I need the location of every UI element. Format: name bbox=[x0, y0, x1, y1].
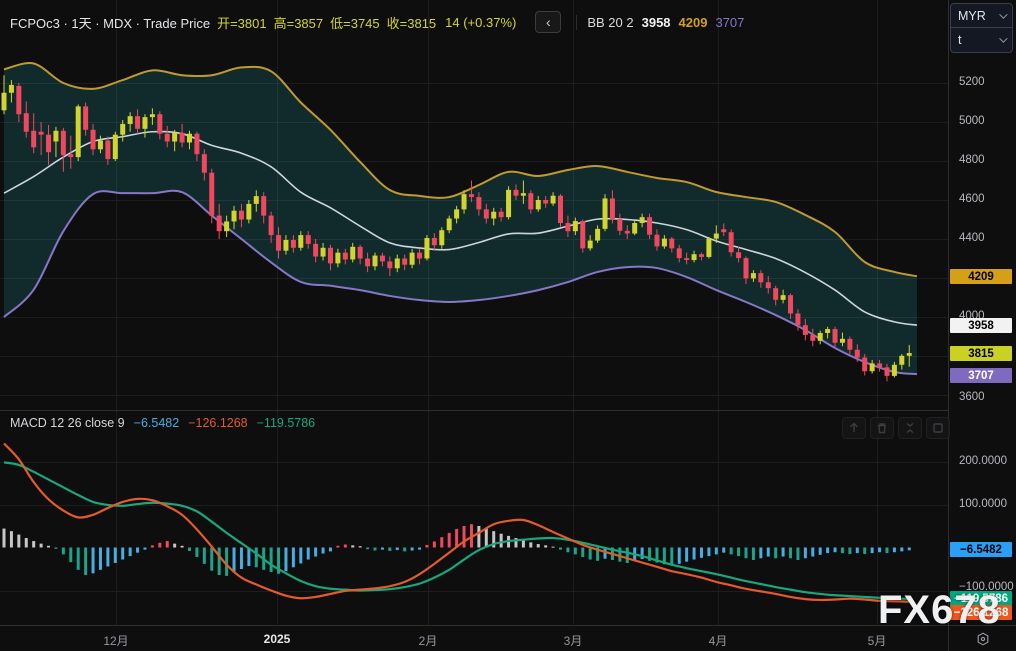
chart-window: FCPOc3 · 1天 · MDX · Trade Price 开=3801 高… bbox=[0, 0, 1016, 651]
maximize-pane-button[interactable] bbox=[926, 417, 950, 439]
close-value: 收=3815 bbox=[387, 13, 437, 32]
macd-axis-label: −126.1268 bbox=[950, 605, 1012, 620]
low-value: 低=3745 bbox=[330, 13, 380, 32]
bb-basis-value: 3958 bbox=[642, 15, 671, 30]
bb-upper-value: 4209 bbox=[679, 15, 708, 30]
time-axis-label: 5月 bbox=[847, 632, 907, 649]
price-tick: 3600 bbox=[959, 391, 985, 403]
price-tick: 4400 bbox=[959, 232, 985, 244]
unit-selector[interactable]: t bbox=[951, 28, 1012, 52]
price-tick: 4800 bbox=[959, 154, 985, 166]
macd-indicator-legend: MACD 12 26 close 9 −6.5482 −126.1268 −11… bbox=[10, 416, 315, 430]
back-button[interactable]: ‹ bbox=[535, 11, 561, 33]
macd-axis-label: −6.5482 bbox=[950, 542, 1012, 557]
axis-settings-corner[interactable] bbox=[948, 625, 1016, 651]
price-axis[interactable]: 5200500048004600440040003600200.0000100.… bbox=[948, 0, 1016, 625]
bb-indicator-legend: BB 20 2 3958 4209 3707 bbox=[576, 15, 744, 30]
symbol-title[interactable]: FCPOc3 · 1天 · MDX · Trade Price bbox=[10, 13, 210, 32]
chevron-down-icon bbox=[999, 34, 1007, 42]
macd-tick: 200.0000 bbox=[959, 455, 1007, 467]
chevron-down-icon bbox=[999, 10, 1007, 18]
macd-axis-label: −119.5786 bbox=[950, 591, 1012, 606]
currency-value: MYR bbox=[958, 9, 986, 23]
price-tick: 5200 bbox=[959, 76, 985, 88]
price-tick: 4600 bbox=[959, 193, 985, 205]
collapse-icon bbox=[904, 422, 916, 434]
change-value: 14 (+0.37%) bbox=[445, 15, 516, 30]
arrow-up-icon bbox=[848, 422, 860, 434]
macd-signal-value: −119.5786 bbox=[257, 416, 316, 430]
bb-label[interactable]: BB 20 2 bbox=[587, 15, 633, 30]
time-axis-label: 2025 bbox=[247, 632, 307, 646]
trash-icon bbox=[876, 422, 888, 434]
macd-histogram-value: −6.5482 bbox=[134, 416, 180, 430]
macd-tick: 100.0000 bbox=[959, 498, 1007, 510]
time-axis[interactable]: 12月 2025 2月 3月 4月 5月 bbox=[0, 625, 948, 651]
price-tick: 5000 bbox=[959, 115, 985, 127]
collapse-pane-button[interactable] bbox=[898, 417, 922, 439]
settings-gear-icon bbox=[976, 632, 990, 646]
macd-line-value: −126.1268 bbox=[188, 416, 247, 430]
delete-pane-button[interactable] bbox=[870, 417, 894, 439]
move-pane-up-button[interactable] bbox=[842, 417, 866, 439]
pane-controls bbox=[842, 417, 950, 439]
price-axis-label: 3958 bbox=[950, 318, 1012, 333]
open-value: 开=3801 bbox=[217, 13, 267, 32]
price-axis-label: 3707 bbox=[950, 368, 1012, 383]
unit-value: t bbox=[958, 33, 961, 47]
maximize-icon bbox=[932, 422, 944, 434]
price-axis-label: 4209 bbox=[950, 269, 1012, 284]
time-axis-label: 12月 bbox=[86, 632, 146, 649]
symbol-legend: FCPOc3 · 1天 · MDX · Trade Price 开=3801 高… bbox=[10, 11, 744, 33]
high-value: 高=3857 bbox=[274, 13, 324, 32]
currency-selector[interactable]: MYR bbox=[951, 4, 1012, 28]
time-axis-label: 3月 bbox=[543, 632, 603, 649]
time-axis-label: 4月 bbox=[688, 632, 748, 649]
time-axis-label: 2月 bbox=[398, 632, 458, 649]
price-chart-canvas[interactable] bbox=[0, 0, 948, 625]
price-axis-label: 3815 bbox=[950, 346, 1012, 361]
macd-label[interactable]: MACD 12 26 close 9 bbox=[10, 416, 125, 430]
bb-lower-value: 3707 bbox=[715, 15, 744, 30]
currency-unit-selectors: MYR t bbox=[950, 3, 1013, 53]
